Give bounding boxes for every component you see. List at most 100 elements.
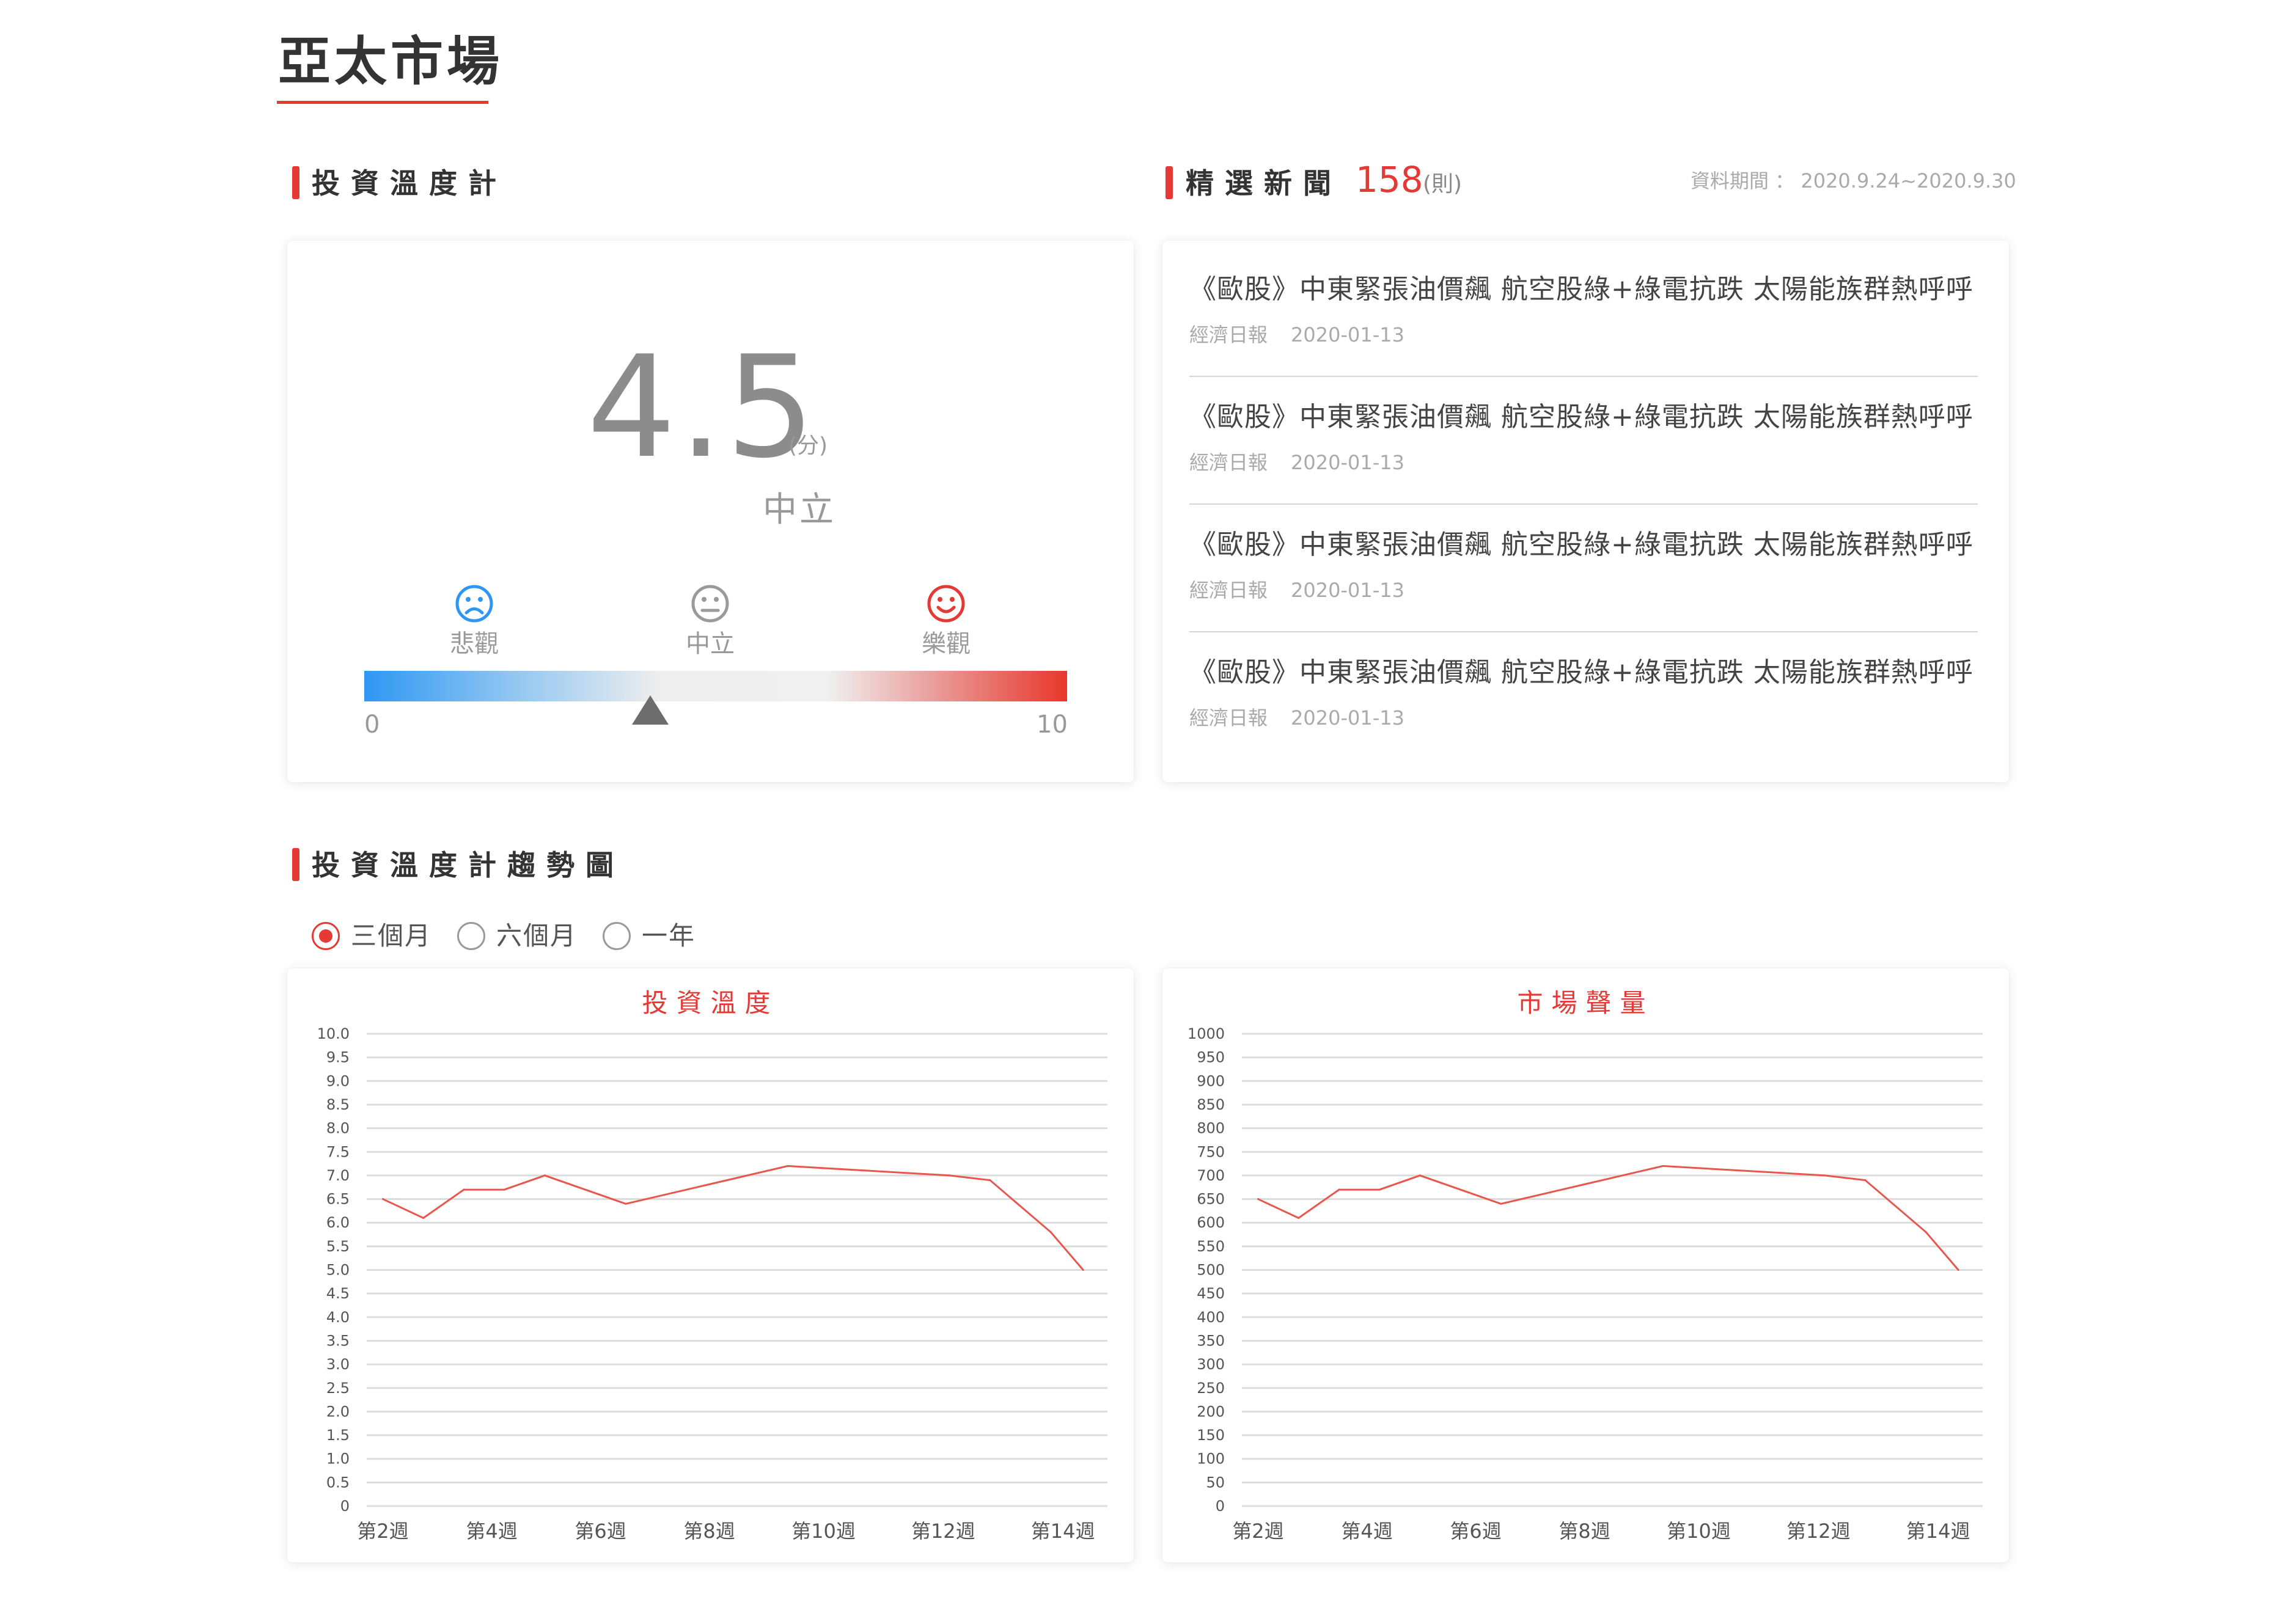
section-marker (292, 166, 299, 199)
y-tick-label: 950 (1197, 1049, 1225, 1066)
y-tick-label: 3.0 (326, 1356, 350, 1373)
mood-label-pessimistic: 悲觀 (450, 630, 499, 658)
news-count-unit: (則) (1423, 172, 1463, 197)
y-tick-label: 7.5 (326, 1143, 350, 1160)
y-tick-label: 600 (1197, 1214, 1225, 1231)
range-label: 六個月 (496, 921, 578, 951)
radio-button[interactable] (603, 922, 631, 950)
news-headline[interactable]: 《歐股》中東緊張油價飆 航空股綠+綠電抗跌 太陽能族群熱呼呼 (1189, 271, 1978, 308)
news-headline[interactable]: 《歐股》中東緊張油價飆 航空股綠+綠電抗跌 太陽能族群熱呼呼 (1189, 399, 1978, 436)
data-point (625, 1202, 627, 1205)
y-tick-label: 750 (1197, 1143, 1225, 1160)
y-tick-label: 1.0 (326, 1450, 350, 1468)
data-point (1580, 1183, 1583, 1186)
y-tick-label: 4.0 (326, 1309, 350, 1326)
x-tick-label: 第2週 (357, 1520, 408, 1543)
divider (1189, 631, 1978, 632)
score-level: 中立 (763, 490, 836, 530)
mood-label-optimistic: 樂觀 (922, 630, 971, 658)
news-source: 經濟日報 (1189, 579, 1268, 602)
news-date: 2020-01-13 (1291, 451, 1404, 474)
news-headline[interactable]: 《歐股》中東緊張油價飆 航空股綠+綠電抗跌 太陽能族群熱呼呼 (1189, 527, 1978, 563)
y-tick-label: 900 (1197, 1072, 1225, 1089)
y-tick-label: 800 (1197, 1120, 1225, 1137)
gauge-pointer (631, 695, 669, 725)
range-label: 一年 (642, 921, 696, 951)
news-item[interactable]: 《歐股》中東緊張油價飆 航空股綠+綠電抗跌 太陽能族群熱呼呼 經濟日報 2020-… (1189, 399, 1978, 476)
news-date: 2020-01-13 (1291, 579, 1404, 602)
y-tick-label: 200 (1197, 1403, 1225, 1420)
x-tick-label: 第2週 (1232, 1520, 1283, 1543)
news-date: 2020-01-13 (1291, 323, 1404, 346)
y-tick-label: 350 (1197, 1332, 1225, 1349)
data-point (949, 1174, 951, 1177)
score-unit: (分) (788, 433, 828, 458)
data-point (1082, 1269, 1084, 1271)
news-source: 經濟日報 (1189, 706, 1268, 730)
neutral-face-icon (691, 584, 730, 623)
data-point (867, 1169, 870, 1172)
news-item[interactable]: 《歐股》中東緊張油價飆 航空股綠+綠電抗跌 太陽能族群熱呼呼 經濟日報 2020-… (1189, 271, 1978, 348)
news-section-title: 精選新聞 (1186, 167, 1342, 200)
y-tick-label: 0 (340, 1498, 350, 1515)
news-item[interactable]: 《歐股》中東緊張油價飆 航空股綠+綠電抗跌 太陽能族群熱呼呼 經濟日報 2020-… (1189, 527, 1978, 604)
volume-chart: 0 50 100 150 200 250 300 350 400 450 500 550 600 650 7… (1188, 1025, 1983, 1543)
range-radio-1y[interactable]: 一年 (603, 916, 696, 956)
y-tick-label: 5.5 (326, 1238, 350, 1255)
range-radio-6m[interactable]: 六個月 (457, 916, 577, 956)
news-headline[interactable]: 《歐股》中東緊張油價飆 航空股綠+綠電抗跌 太陽能族群熱呼呼 (1189, 654, 1978, 691)
data-point (1378, 1188, 1381, 1191)
series-line (382, 1165, 1084, 1271)
x-tick-label: 第6週 (1450, 1520, 1501, 1543)
data-point (1419, 1174, 1421, 1177)
mood-label-neutral: 中立 (686, 630, 735, 658)
y-tick-label: 650 (1197, 1191, 1225, 1208)
y-tick-label: 0.5 (326, 1474, 350, 1491)
data-point (381, 1198, 384, 1201)
y-tick-label: 6.5 (326, 1191, 350, 1208)
data-point (1957, 1269, 1959, 1271)
news-source: 經濟日報 (1189, 323, 1268, 346)
series-line (1257, 1165, 1959, 1271)
x-tick-label: 第12週 (911, 1520, 975, 1543)
temperature-chart: 0 0.5 1.0 1.5 2.0 2.5 3.0 3.5 4.0 4.5 5.0 5.5 6.0 6.5… (317, 1025, 1107, 1543)
y-tick-label: 6.0 (326, 1214, 350, 1231)
page-title: 亞太市場 (278, 31, 503, 92)
x-tick-label: 第6週 (575, 1520, 626, 1543)
section-marker (1166, 166, 1173, 199)
data-point (1864, 1179, 1867, 1182)
y-tick-label: 8.0 (326, 1120, 350, 1137)
news-date: 2020-01-13 (1291, 706, 1404, 730)
y-tick-label: 450 (1197, 1285, 1225, 1302)
data-point (1824, 1174, 1826, 1177)
y-tick-label: 9.0 (326, 1072, 350, 1089)
page-title-underline (277, 101, 488, 104)
y-tick-label: 10.0 (317, 1025, 350, 1042)
trend-section-title: 投資溫度計趨勢圖 (312, 849, 625, 882)
y-tick-label: 1.5 (326, 1427, 350, 1444)
y-tick-label: 4.5 (326, 1285, 350, 1302)
data-point (989, 1179, 991, 1182)
x-tick-label: 第12週 (1786, 1520, 1851, 1543)
radio-button[interactable] (457, 922, 485, 950)
data-point (543, 1174, 546, 1177)
gauge-min-label: 0 (364, 711, 380, 739)
x-tick-label: 第14週 (1906, 1520, 1970, 1543)
y-tick-label: 400 (1197, 1309, 1225, 1326)
y-tick-label: 8.5 (326, 1096, 350, 1113)
radio-button[interactable] (312, 922, 340, 950)
y-tick-label: 250 (1197, 1380, 1225, 1397)
y-tick-label: 500 (1197, 1262, 1225, 1279)
divider (1189, 376, 1978, 377)
x-tick-label: 第4週 (466, 1520, 517, 1543)
data-point (705, 1183, 708, 1186)
range-radio-3m[interactable]: 三個月 (312, 916, 431, 956)
x-tick-label: 第10週 (791, 1520, 856, 1543)
y-tick-label: 300 (1197, 1356, 1225, 1373)
data-point (1742, 1169, 1745, 1172)
data-point (503, 1188, 505, 1191)
news-item[interactable]: 《歐股》中東緊張油價飆 航空股綠+綠電抗跌 太陽能族群熱呼呼 經濟日報 2020-… (1189, 654, 1978, 731)
y-tick-label: 7.0 (326, 1167, 350, 1184)
x-tick-label: 第10週 (1667, 1520, 1731, 1543)
y-tick-label: 100 (1197, 1450, 1225, 1468)
